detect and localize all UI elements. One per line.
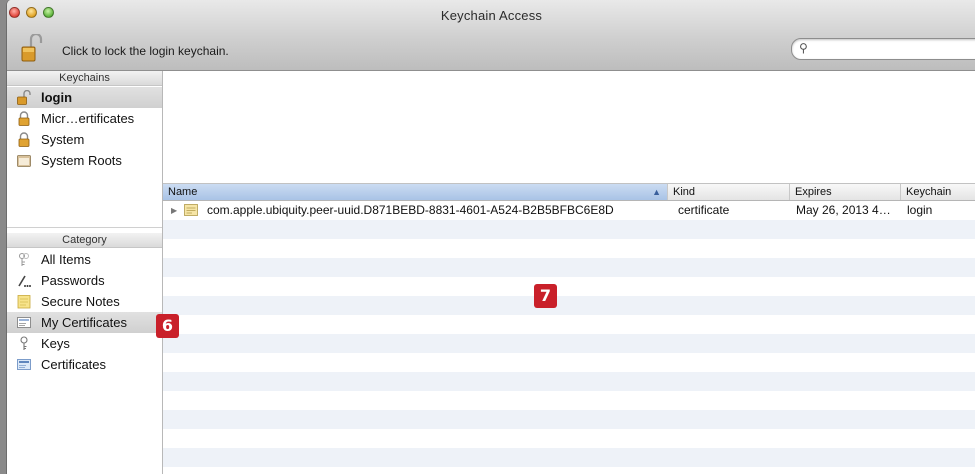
category-item-label: All Items — [41, 252, 91, 267]
empty-row — [163, 277, 975, 296]
secure-notes-icon — [17, 295, 31, 309]
category-item-certificates[interactable]: Certificates — [7, 354, 162, 375]
column-keychain-header[interactable]: Keychain — [901, 184, 975, 200]
certificates-icon — [17, 359, 31, 370]
column-expires-header[interactable]: Expires — [790, 184, 901, 200]
keychain-item-system-roots[interactable]: System Roots — [7, 150, 162, 171]
empty-row — [163, 220, 975, 239]
empty-row — [163, 334, 975, 353]
cell-keychain: login — [907, 203, 933, 217]
item-preview-area — [163, 71, 975, 184]
keychain-item-login[interactable]: login — [7, 87, 162, 108]
padlock-icon — [18, 132, 30, 147]
category-item-keys[interactable]: Keys — [7, 333, 162, 354]
certificate-icon — [184, 204, 198, 216]
category-header: Category — [7, 233, 162, 248]
category-item-label: Passwords — [41, 273, 105, 288]
title-toolbar: Keychain Access Click to lock the login … — [7, 0, 975, 71]
empty-row — [163, 448, 975, 467]
keychain-item-microsoft-certificates[interactable]: Micr…ertificates — [7, 108, 162, 129]
category-item-secure-notes[interactable]: Secure Notes — [7, 291, 162, 312]
unlocked-padlock-icon — [21, 32, 43, 62]
empty-row — [163, 429, 975, 448]
column-kind-header[interactable]: Kind — [668, 184, 790, 200]
table-header: Name ▲ Kind Expires Keychain — [163, 184, 975, 201]
empty-row — [163, 372, 975, 391]
empty-row — [163, 353, 975, 372]
sidebar: Keychains login Micr…ertificates System — [7, 71, 163, 474]
passwords-icon — [18, 275, 31, 287]
empty-row — [163, 391, 975, 410]
category-item-label: My Certificates — [41, 315, 127, 330]
empty-row — [163, 467, 975, 474]
category-item-all-items[interactable]: All Items — [7, 249, 162, 270]
category-item-label: Keys — [41, 336, 70, 351]
keychain-item-label: login — [41, 90, 73, 105]
key-icon — [20, 336, 28, 350]
all-items-icon — [19, 253, 29, 266]
empty-row — [163, 410, 975, 429]
search-field[interactable]: ⚲ — [791, 38, 975, 60]
category-item-label: Certificates — [41, 357, 107, 372]
empty-row — [163, 315, 975, 334]
folder-icon — [17, 155, 31, 167]
keychain-item-system[interactable]: System — [7, 129, 162, 150]
keychains-header: Keychains — [7, 71, 162, 86]
empty-row — [163, 258, 975, 277]
column-name-label: Name — [168, 186, 198, 198]
category-item-label: Secure Notes — [41, 294, 120, 309]
disclosure-triangle-icon[interactable]: ▶ — [171, 201, 177, 220]
sort-ascending-icon: ▲ — [652, 187, 661, 197]
window-title: Keychain Access — [440, 8, 543, 23]
cell-expires: May 26, 2013 4… — [796, 203, 891, 217]
empty-row — [163, 296, 975, 315]
certificate-icon — [17, 317, 31, 328]
keychain-item-label: System — [41, 132, 85, 147]
callout-badge-7: 7 — [534, 284, 557, 308]
item-list-pane: Name ▲ Kind Expires Keychain ▶ com.apple… — [163, 71, 975, 474]
search-input[interactable] — [812, 40, 975, 58]
empty-row — [163, 239, 975, 258]
search-icon: ⚲ — [799, 41, 808, 55]
callout-badge-6: 6 — [156, 314, 179, 338]
category-item-my-certificates[interactable]: My Certificates — [7, 312, 162, 333]
lock-keychain-button[interactable] — [21, 32, 43, 62]
table-row[interactable]: ▶ com.apple.ubiquity.peer-uuid.D871BEBD-… — [163, 201, 975, 220]
column-name-header[interactable]: Name ▲ — [163, 184, 668, 200]
keychain-item-label: System Roots — [41, 153, 122, 168]
keychain-access-window: Keychain Access Click to lock the login … — [6, 0, 975, 474]
table-body: ▶ com.apple.ubiquity.peer-uuid.D871BEBD-… — [163, 201, 975, 474]
cell-name: com.apple.ubiquity.peer-uuid.D871BEBD-88… — [207, 203, 614, 217]
lock-keychain-label[interactable]: Click to lock the login keychain. — [62, 44, 229, 58]
category-item-passwords[interactable]: Passwords — [7, 270, 162, 291]
cell-kind: certificate — [678, 203, 730, 217]
keychain-item-label: Micr…ertificates — [41, 111, 135, 126]
unlocked-padlock-icon — [17, 90, 31, 105]
padlock-icon — [18, 111, 30, 126]
